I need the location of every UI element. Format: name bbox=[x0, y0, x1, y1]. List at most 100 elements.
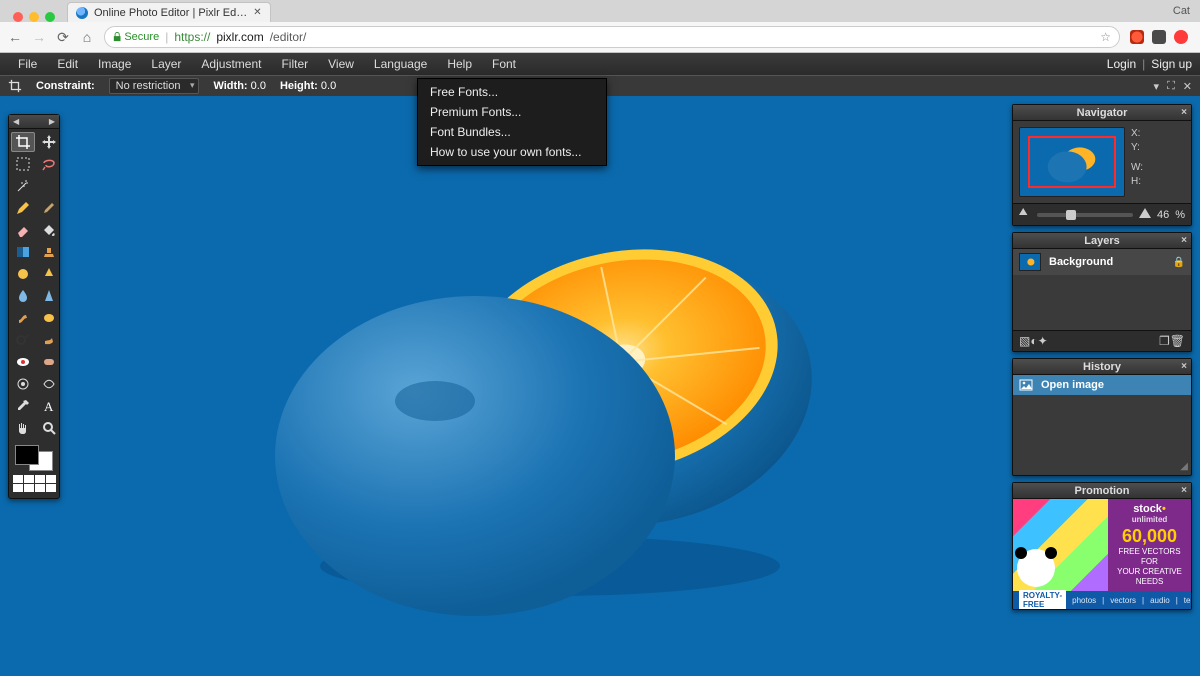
minimize-window[interactable] bbox=[29, 12, 39, 22]
layer-delete-icon[interactable]: 🗑 bbox=[1170, 334, 1185, 348]
layers-close-icon[interactable]: × bbox=[1181, 235, 1187, 246]
lasso-tool[interactable] bbox=[37, 154, 61, 174]
constraint-select[interactable]: No restriction bbox=[109, 78, 200, 94]
zoom-out-icon[interactable] bbox=[1019, 208, 1031, 221]
promo-sub2: YOUR CREATIVE NEEDS bbox=[1112, 567, 1187, 587]
clone-stamp-tool[interactable] bbox=[37, 242, 61, 262]
menu-font[interactable]: Font bbox=[482, 54, 526, 74]
paint-bucket-tool[interactable] bbox=[37, 220, 61, 240]
reload-icon[interactable]: ⟳ bbox=[56, 29, 70, 46]
zoom-slider[interactable] bbox=[1037, 213, 1133, 217]
wand-tool[interactable] bbox=[11, 176, 35, 196]
menu-layer[interactable]: Layer bbox=[141, 54, 191, 74]
menu-language[interactable]: Language bbox=[364, 54, 437, 74]
zoom-tool[interactable] bbox=[37, 418, 61, 438]
eyedropper-tool[interactable] bbox=[11, 396, 35, 416]
foreground-color-swatch[interactable] bbox=[15, 445, 39, 465]
color-swatches[interactable] bbox=[15, 445, 53, 471]
font-menu-premium[interactable]: Premium Fonts... bbox=[418, 102, 606, 122]
menu-adjustment[interactable]: Adjustment bbox=[191, 54, 271, 74]
drawing-tool[interactable] bbox=[37, 264, 61, 284]
tab-close-icon[interactable]: ✕ bbox=[253, 7, 261, 18]
layers-title[interactable]: Layers × bbox=[1013, 233, 1191, 249]
resize-grip-icon[interactable]: ◢ bbox=[1180, 461, 1188, 472]
hand-tool[interactable] bbox=[11, 418, 35, 438]
close-window[interactable] bbox=[13, 12, 23, 22]
promotion-close-icon[interactable]: × bbox=[1181, 485, 1187, 496]
toolbox-collapse-left-icon[interactable]: ◀ bbox=[13, 117, 19, 126]
nav-forward-icon[interactable]: → bbox=[32, 29, 46, 45]
menu-filter[interactable]: Filter bbox=[271, 54, 318, 74]
url-field[interactable]: Secure | https://pixlr.com/editor/ ☆ bbox=[104, 26, 1120, 48]
type-tool[interactable]: A bbox=[37, 396, 61, 416]
font-menu-own[interactable]: How to use your own fonts... bbox=[418, 142, 606, 162]
empty-tool-1 bbox=[37, 176, 61, 196]
promo-link-vectors[interactable]: vectors bbox=[1110, 596, 1136, 605]
blur-tool[interactable] bbox=[11, 286, 35, 306]
menu-view[interactable]: View bbox=[318, 54, 364, 74]
color-replace-tool[interactable] bbox=[11, 264, 35, 284]
maximize-icon[interactable]: ⛶ bbox=[1167, 80, 1175, 93]
layer-new-icon[interactable]: ▧ bbox=[1019, 334, 1030, 348]
dodge-tool[interactable] bbox=[11, 330, 35, 350]
bookmark-star-icon[interactable]: ☆ bbox=[1100, 30, 1111, 44]
close-icon[interactable]: ✕ bbox=[1183, 80, 1192, 93]
toolbox-collapse-right-icon[interactable]: ▶ bbox=[49, 117, 55, 126]
login-link[interactable]: Login bbox=[1107, 57, 1136, 71]
pinch-tool[interactable] bbox=[37, 374, 61, 394]
canvas[interactable] bbox=[60, 96, 1010, 676]
red-eye-tool[interactable] bbox=[11, 352, 35, 372]
extension-evernote-icon[interactable] bbox=[1152, 30, 1166, 44]
maximize-window[interactable] bbox=[45, 12, 55, 22]
eraser-tool[interactable] bbox=[11, 220, 35, 240]
layers-panel: Layers × Background 🔒 ▧ ◐ ✦ ❐ 🗑 bbox=[1012, 232, 1192, 352]
pencil-tool[interactable] bbox=[11, 198, 35, 218]
secure-badge: Secure bbox=[113, 31, 159, 43]
layer-fx-icon[interactable]: ✦ bbox=[1038, 334, 1048, 348]
promotion-body[interactable]: stock• unlimited 60,000 FREE VECTORS FOR… bbox=[1013, 499, 1191, 609]
history-title[interactable]: History × bbox=[1013, 359, 1191, 375]
browser-tab[interactable]: Online Photo Editor | Pixlr Ed… ✕ bbox=[67, 2, 271, 22]
sponge-tool[interactable] bbox=[37, 308, 61, 328]
signup-link[interactable]: Sign up bbox=[1151, 57, 1192, 71]
bloat-tool[interactable] bbox=[11, 374, 35, 394]
promo-link-templates[interactable]: templates bbox=[1184, 596, 1191, 605]
extension-opera-icon[interactable] bbox=[1130, 30, 1144, 44]
smudge-tool[interactable] bbox=[11, 308, 35, 328]
home-icon[interactable]: ⌂ bbox=[80, 29, 94, 45]
layer-dup-icon[interactable]: ❐ bbox=[1159, 334, 1170, 348]
crop-tool[interactable] bbox=[11, 132, 35, 152]
burn-tool[interactable] bbox=[37, 330, 61, 350]
spot-heal-tool[interactable] bbox=[37, 352, 61, 372]
promotion-title[interactable]: Promotion × bbox=[1013, 483, 1191, 499]
brush-tool[interactable] bbox=[37, 198, 61, 218]
font-menu-bundles[interactable]: Font Bundles... bbox=[418, 122, 606, 142]
menu-help[interactable]: Help bbox=[437, 54, 482, 74]
gradient-tool[interactable] bbox=[11, 242, 35, 262]
history-close-icon[interactable]: × bbox=[1181, 361, 1187, 372]
layer-lock-icon[interactable]: 🔒 bbox=[1173, 257, 1185, 268]
promo-link-photos[interactable]: photos bbox=[1072, 596, 1096, 605]
navigator-thumbnail[interactable] bbox=[1019, 127, 1125, 197]
toolbox-header[interactable]: ◀ ▶ bbox=[9, 115, 59, 129]
profile-badge[interactable]: Cat bbox=[1173, 5, 1200, 17]
history-item-open[interactable]: Open image bbox=[1013, 375, 1191, 395]
nav-back-icon[interactable]: ← bbox=[8, 29, 22, 45]
sharpen-tool[interactable] bbox=[37, 286, 61, 306]
menu-file[interactable]: File bbox=[8, 54, 47, 74]
menu-image[interactable]: Image bbox=[88, 54, 141, 74]
layer-mask-icon[interactable]: ◐ bbox=[1030, 334, 1037, 348]
navigator-title[interactable]: Navigator × bbox=[1013, 105, 1191, 121]
collapse-icon[interactable]: ▾ bbox=[1154, 80, 1160, 93]
navigator-close-icon[interactable]: × bbox=[1181, 107, 1187, 118]
palette-grid[interactable] bbox=[9, 475, 59, 492]
zoom-in-icon[interactable] bbox=[1139, 208, 1151, 221]
move-tool[interactable] bbox=[37, 132, 61, 152]
layer-row-background[interactable]: Background 🔒 bbox=[1013, 249, 1191, 275]
font-menu-free[interactable]: Free Fonts... bbox=[418, 82, 606, 102]
marquee-tool[interactable] bbox=[11, 154, 35, 174]
extension-adblock-icon[interactable] bbox=[1174, 30, 1188, 44]
menu-edit[interactable]: Edit bbox=[47, 54, 88, 74]
promo-link-audio[interactable]: audio bbox=[1150, 596, 1170, 605]
history-panel: History × Open image ◢ bbox=[1012, 358, 1192, 476]
